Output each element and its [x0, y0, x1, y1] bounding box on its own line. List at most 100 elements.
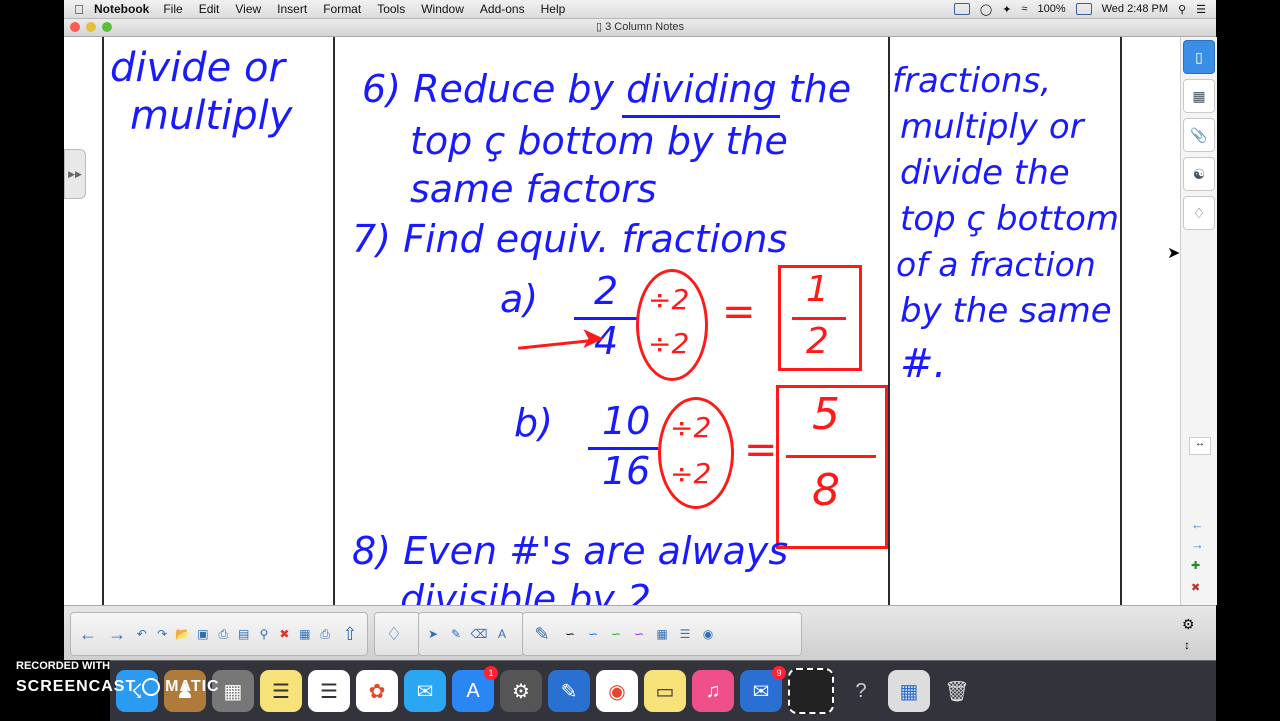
mouse-cursor-icon: ➤	[1167, 245, 1181, 262]
airplay-icon[interactable]	[953, 3, 970, 15]
toolbar-group-tools: ➤ ✎ ⌫ A	[418, 612, 524, 656]
example-b-divisor-bottom: ÷2	[670, 457, 712, 490]
menu-view[interactable]: View	[235, 2, 261, 16]
menu-edit[interactable]: Edit	[199, 2, 220, 16]
example-a-numerator: 2	[594, 269, 619, 313]
forward-arrow-icon[interactable]: →	[104, 619, 130, 649]
menu-tools[interactable]: Tools	[377, 2, 405, 16]
previous-page-icon[interactable]: ←	[1191, 517, 1204, 532]
pen-tool-icon[interactable]: ✎	[527, 619, 557, 649]
toolbar-group-page: ← → ↶ ↷ 📂 ▣ ⎙ ▤ ⚲ ✖ ▦ ⎙ ⇧	[70, 612, 368, 656]
zoom-icon[interactable]: ⚲	[255, 625, 272, 643]
delete-icon[interactable]: ✖	[276, 625, 293, 643]
menu-format[interactable]: Format	[323, 2, 361, 16]
main-toolbar: ← → ↶ ↷ 📂 ▣ ⎙ ▤ ⚲ ✖ ▦ ⎙ ⇧ ♢ ➤ ✎ ⌫ A ✎ ∽ …	[64, 605, 1216, 660]
back-arrow-icon[interactable]: ←	[75, 619, 101, 649]
right-note-line: multiply or	[900, 107, 1084, 147]
photos-icon[interactable]: ✿	[356, 670, 398, 712]
reminders-icon[interactable]: ☰	[308, 670, 350, 712]
notebook-canvas[interactable]: divide or multiply 6) Reduce by dividing…	[64, 37, 1164, 605]
wifi-icon[interactable]: ≈	[1021, 3, 1027, 15]
column-divider-4	[1120, 37, 1122, 605]
toolbar-move-icon[interactable]: ↕	[1184, 638, 1190, 652]
bluetooth-icon[interactable]: ✦	[1002, 3, 1011, 16]
spotlight-search-icon[interactable]: ⚲	[1178, 3, 1186, 16]
select-icon[interactable]: ➤	[423, 625, 443, 643]
screencast-watermark: RECORDED WITH SCREENCAST MATIC	[16, 660, 220, 696]
trash-icon[interactable]: 🗑	[936, 670, 978, 712]
notebook-window: ▯ 3 Column Notes divide or multiply 6) R…	[64, 19, 1217, 660]
settings-icon[interactable]: ⚙	[1182, 616, 1195, 633]
properties-tab-icon[interactable]: ☯	[1183, 157, 1215, 191]
open-file-icon[interactable]: 📂	[174, 625, 191, 643]
itunes-icon[interactable]: ♫	[692, 670, 734, 712]
blue-pen-icon[interactable]: ∽	[583, 625, 603, 643]
battery-percent[interactable]: 100%	[1037, 3, 1065, 15]
column-divider-1	[102, 37, 104, 605]
chrome-icon[interactable]: ◉	[596, 670, 638, 712]
notes-icon[interactable]: ☰	[260, 670, 302, 712]
example-a-result-denominator: 2	[806, 321, 829, 362]
purple-pen-icon[interactable]: ∽	[629, 625, 649, 643]
clock[interactable]: Wed 2:48 PM	[1102, 3, 1168, 15]
example-a-divisor-bottom: ÷2	[648, 327, 690, 360]
attachments-tab-icon[interactable]: 📎	[1183, 118, 1215, 152]
outlook-badge: 9	[772, 666, 786, 680]
sidebar-toggle-icon[interactable]: ↔	[1189, 437, 1211, 455]
delete-page-icon[interactable]: ✖	[1191, 581, 1200, 594]
toolbar-group-addons: ♢	[374, 612, 420, 656]
add-page-icon[interactable]: ✚	[1191, 559, 1200, 572]
example-a-equals: =	[722, 289, 756, 335]
outlook-icon[interactable]: ✉ 9	[740, 666, 786, 712]
toolbar-group-pens: ✎ ∽ ∽ ∽ ∽ ▦ ☰ ◉	[522, 612, 802, 656]
next-page-icon[interactable]: →	[1191, 537, 1204, 552]
screen-shade-icon[interactable]: ▤	[235, 625, 252, 643]
menu-file[interactable]: File	[163, 2, 182, 16]
notebook-dock-icon[interactable]: ✎	[548, 670, 590, 712]
undo-icon[interactable]: ↶	[133, 625, 150, 643]
paste-icon[interactable]: ⎙	[215, 625, 232, 643]
stickies-icon[interactable]: ▭	[644, 670, 686, 712]
right-note-line: #.	[900, 341, 947, 387]
example-b-equals: =	[744, 427, 778, 473]
gallery-tab-icon[interactable]: ▦	[1183, 79, 1215, 113]
shape-recognition-icon[interactable]: ⇧	[337, 619, 363, 649]
fill-icon[interactable]: ◉	[698, 625, 718, 643]
menu-add-ons[interactable]: Add-ons	[480, 2, 525, 16]
battery-icon[interactable]	[1075, 3, 1092, 15]
screenshot-icon[interactable]	[788, 668, 834, 714]
green-pen-icon[interactable]: ∽	[606, 625, 626, 643]
menu-insert[interactable]: Insert	[277, 2, 307, 16]
eraser-icon[interactable]: ⌫	[469, 625, 489, 643]
page-sorter-handle[interactable]: ▶▶	[64, 149, 86, 199]
notification-center-icon[interactable]: ☰	[1196, 3, 1206, 16]
dock: ☇ ♟ ▦ ☰ ☰ ✿ ✉ A1 ⚙ ✎ ◉ ▭ ♫ ✉ 9 ? ▦ 🗑	[110, 660, 1216, 721]
black-pen-icon[interactable]: ∽	[560, 625, 580, 643]
example-a-divisor-top: ÷2	[648, 283, 690, 316]
help-icon[interactable]: ?	[840, 670, 882, 712]
text-icon[interactable]: A	[492, 625, 512, 643]
menu-window[interactable]: Window	[421, 2, 464, 16]
save-icon[interactable]: ⎙	[317, 625, 334, 643]
app-store-icon[interactable]: A1	[452, 666, 498, 712]
apple-menu-icon[interactable]: 	[64, 2, 94, 17]
watermark-logo-icon	[141, 678, 160, 696]
add-ons-icon[interactable]: ♢	[379, 619, 409, 649]
page-sorter-tab-icon[interactable]: ▯	[1183, 40, 1215, 74]
redo-icon[interactable]: ↷	[154, 625, 171, 643]
color-palette-icon[interactable]: ▦	[652, 625, 672, 643]
title-bar: ▯ 3 Column Notes	[64, 19, 1216, 37]
pen-icon[interactable]: ✎	[446, 625, 466, 643]
table-icon[interactable]: ▦	[296, 625, 313, 643]
line-style-icon[interactable]: ☰	[675, 625, 695, 643]
app-store-badge: 1	[484, 666, 498, 680]
downloads-folder-icon[interactable]: ▦	[888, 670, 930, 712]
screen-capture-icon[interactable]: ▣	[194, 625, 211, 643]
app-menu[interactable]: Notebook	[94, 2, 149, 16]
sync-icon[interactable]: ◯	[980, 3, 992, 16]
menu-help[interactable]: Help	[541, 2, 566, 16]
add-ons-tab-icon[interactable]: ♢	[1183, 196, 1215, 230]
system-preferences-icon[interactable]: ⚙	[500, 670, 542, 712]
example-b-result-denominator: 8	[812, 465, 840, 516]
messages-icon[interactable]: ✉	[404, 670, 446, 712]
